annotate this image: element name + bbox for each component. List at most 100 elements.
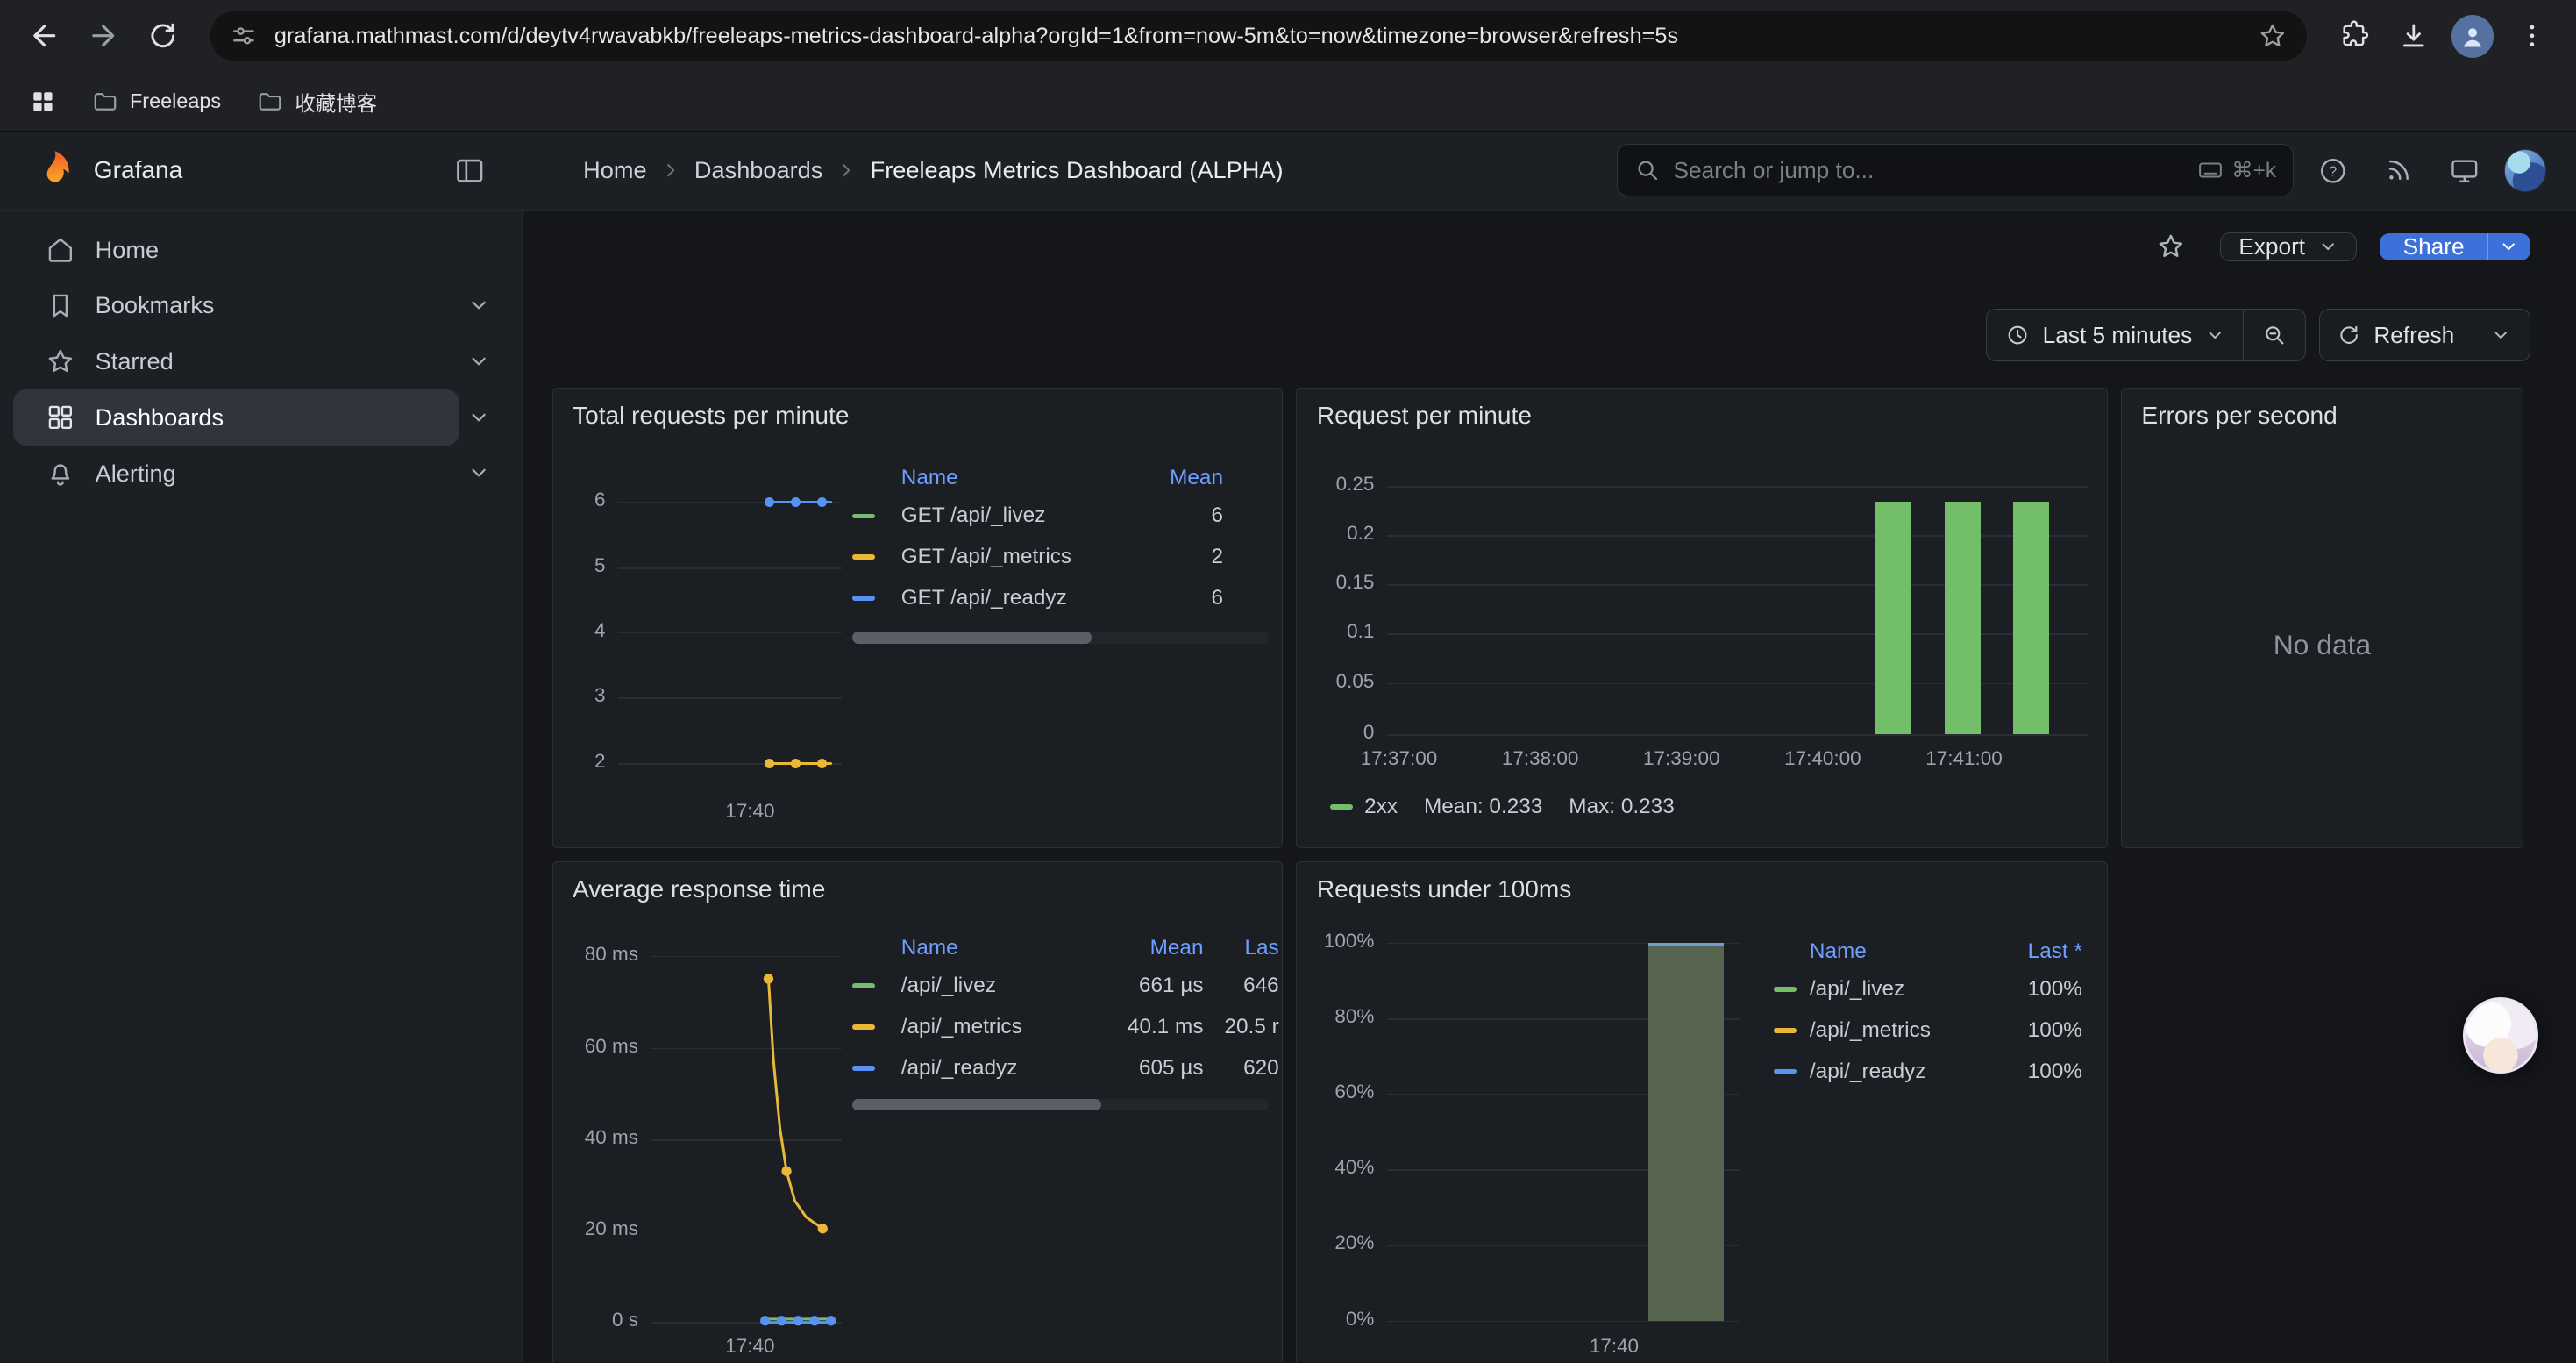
legend-scrollbar[interactable] [852,632,1270,643]
chevron-down-icon[interactable] [459,286,499,325]
legend-row[interactable]: /api/_metrics 100% [1774,1010,2092,1051]
refresh-button[interactable]: Refresh [2320,310,2473,360]
bookmark-star-icon[interactable] [2258,21,2288,51]
sidebar-item-bookmarks-link[interactable]: Bookmarks [13,278,459,334]
gridline [1387,486,2087,488]
zoom-out-time-button[interactable] [2243,310,2304,360]
sidebar-item-starred-link[interactable]: Starred [13,333,459,389]
legend-row[interactable]: GET /api/_metrics 2 [852,537,1270,578]
y-tick: 20% [1308,1231,1374,1254]
legend-last-value: 100% [1990,977,2082,1002]
legend: 2xx Mean: 0.233 Max: 0.233 [1330,795,1675,819]
chevron-down-icon[interactable] [459,342,499,382]
breadcrumb-home[interactable]: Home [583,156,646,184]
bookmark-item-freeleaps[interactable]: Freeleaps [82,82,231,121]
panel-title[interactable]: Requests under 100ms [1317,875,1571,903]
refresh-icon [2338,324,2360,346]
sidebar-item-label: Home [96,236,159,264]
refresh-interval-button[interactable] [2473,310,2530,360]
share-menu-button[interactable] [2487,233,2530,260]
bar-100pct[interactable] [1648,943,1724,1321]
legend-series-name[interactable]: GET /api/_readyz [901,586,1131,610]
legend-col-name[interactable]: Name [901,936,1102,960]
display-icon[interactable] [2438,144,2491,196]
sidebar-item-alerting-link[interactable]: Alerting [13,446,459,502]
profile-avatar[interactable] [2444,8,2501,64]
chevron-right-icon [836,160,857,181]
legend-col-name[interactable]: Name [901,466,1131,490]
export-button-main[interactable]: Export [2221,233,2356,260]
legend-item-2xx[interactable]: 2xx [1330,795,1398,819]
chevron-down-icon[interactable] [459,453,499,493]
bookmark-item-blogs[interactable]: 收藏博客 [247,80,387,123]
gridline [1387,584,2087,586]
help-icon[interactable]: ? [2307,144,2359,196]
legend-series-name[interactable]: /api/_livez [901,974,1102,998]
y-tick: 2 [563,750,606,773]
legend-row[interactable]: /api/_livez 100% [1774,969,2092,1010]
downloads-icon[interactable] [2386,8,2442,64]
extensions-icon[interactable] [2326,8,2382,64]
legend-series-name[interactable]: /api/_metrics [1810,1018,1990,1043]
y-tick: 0.15 [1308,571,1374,594]
news-rss-icon[interactable] [2373,144,2425,196]
legend-series-name[interactable]: GET /api/_livez [901,503,1131,528]
gridline [618,697,842,699]
legend-series-name[interactable]: /api/_metrics [901,1015,1102,1039]
back-button[interactable] [17,8,73,64]
search-box[interactable]: ⌘+k [1617,144,2294,196]
bar-2xx[interactable] [2013,502,2049,733]
legend-last-value: 646 [1204,974,1279,998]
legend-scrollbar[interactable] [852,1099,1270,1110]
legend-col-mean[interactable]: Mean [1101,936,1203,960]
panel-title[interactable]: Total requests per minute [573,402,849,430]
bar-2xx[interactable] [1945,502,1981,733]
breadcrumb-dashboards[interactable]: Dashboards [694,156,822,184]
sidebar-item-home-link[interactable]: Home [13,222,499,278]
legend-row[interactable]: /api/_readyz 100% [1774,1051,2092,1092]
legend-row[interactable]: GET /api/_livez 6 [852,496,1270,537]
legend-row[interactable]: /api/_readyz 605 µs 620 [852,1048,1279,1089]
legend-row[interactable]: /api/_livez 661 µs 646 [852,966,1279,1007]
forward-button[interactable] [75,8,132,64]
legend-col-last[interactable]: Last * [1990,939,2082,964]
address-bar[interactable]: grafana.mathmast.com/d/deytv4rwavabkb/fr… [210,11,2307,61]
chevron-down-icon[interactable] [459,397,499,437]
share-button[interactable]: Share [2380,233,2487,260]
reload-button[interactable] [135,8,191,64]
legend-series-name[interactable]: GET /api/_metrics [901,545,1131,569]
panel-title[interactable]: Request per minute [1317,402,1532,430]
bar-2xx[interactable] [1875,502,1911,733]
legend-row[interactable]: GET /api/_readyz 6 [852,578,1270,619]
legend-series-name[interactable]: /api/_livez [1810,977,1990,1002]
site-settings-icon[interactable] [230,22,258,50]
panel-title[interactable]: Errors per second [2141,402,2337,430]
legend-col-mean[interactable]: Mean [1131,466,1223,490]
user-avatar[interactable] [2504,149,2547,192]
y-tick: 80% [1308,1005,1374,1028]
browser-menu-icon[interactable] [2504,8,2560,64]
assistant-avatar[interactable] [2463,997,2538,1073]
legend-mean-value: 2 [1131,545,1223,569]
legend-series-name[interactable]: /api/_readyz [1810,1060,1990,1084]
gridline [618,567,842,569]
sidebar-item-label: Starred [96,347,174,375]
url-text[interactable]: grafana.mathmast.com/d/deytv4rwavabkb/fr… [274,24,2241,49]
sidebar-item-dashboards-link[interactable]: Dashboards [13,389,459,446]
time-range-picker[interactable]: Last 5 minutes [1987,310,2243,360]
y-tick: 0.25 [1308,473,1374,496]
favorite-star-icon[interactable] [2145,220,2197,273]
search-input[interactable] [1673,157,2183,184]
panel-request-per-minute: Request per minute 0.25 0.2 0.15 0.1 0.0… [1296,388,2108,848]
legend-col-name[interactable]: Name [1810,939,1990,964]
dock-menu-icon[interactable] [444,144,496,196]
legend-col-last[interactable]: Las [1204,936,1279,960]
legend-row[interactable]: /api/_metrics 40.1 ms 20.5 r [852,1007,1279,1048]
apps-grid-icon[interactable] [19,78,65,124]
legend-header: Name Last * [1774,934,2092,968]
grafana-logo[interactable] [32,149,75,192]
legend-series-name[interactable]: /api/_readyz [901,1056,1102,1081]
y-tick: 40% [1308,1156,1374,1179]
sidebar-item-alerting: Alerting [0,446,522,502]
bookmark-label: Freeleaps [130,89,221,113]
